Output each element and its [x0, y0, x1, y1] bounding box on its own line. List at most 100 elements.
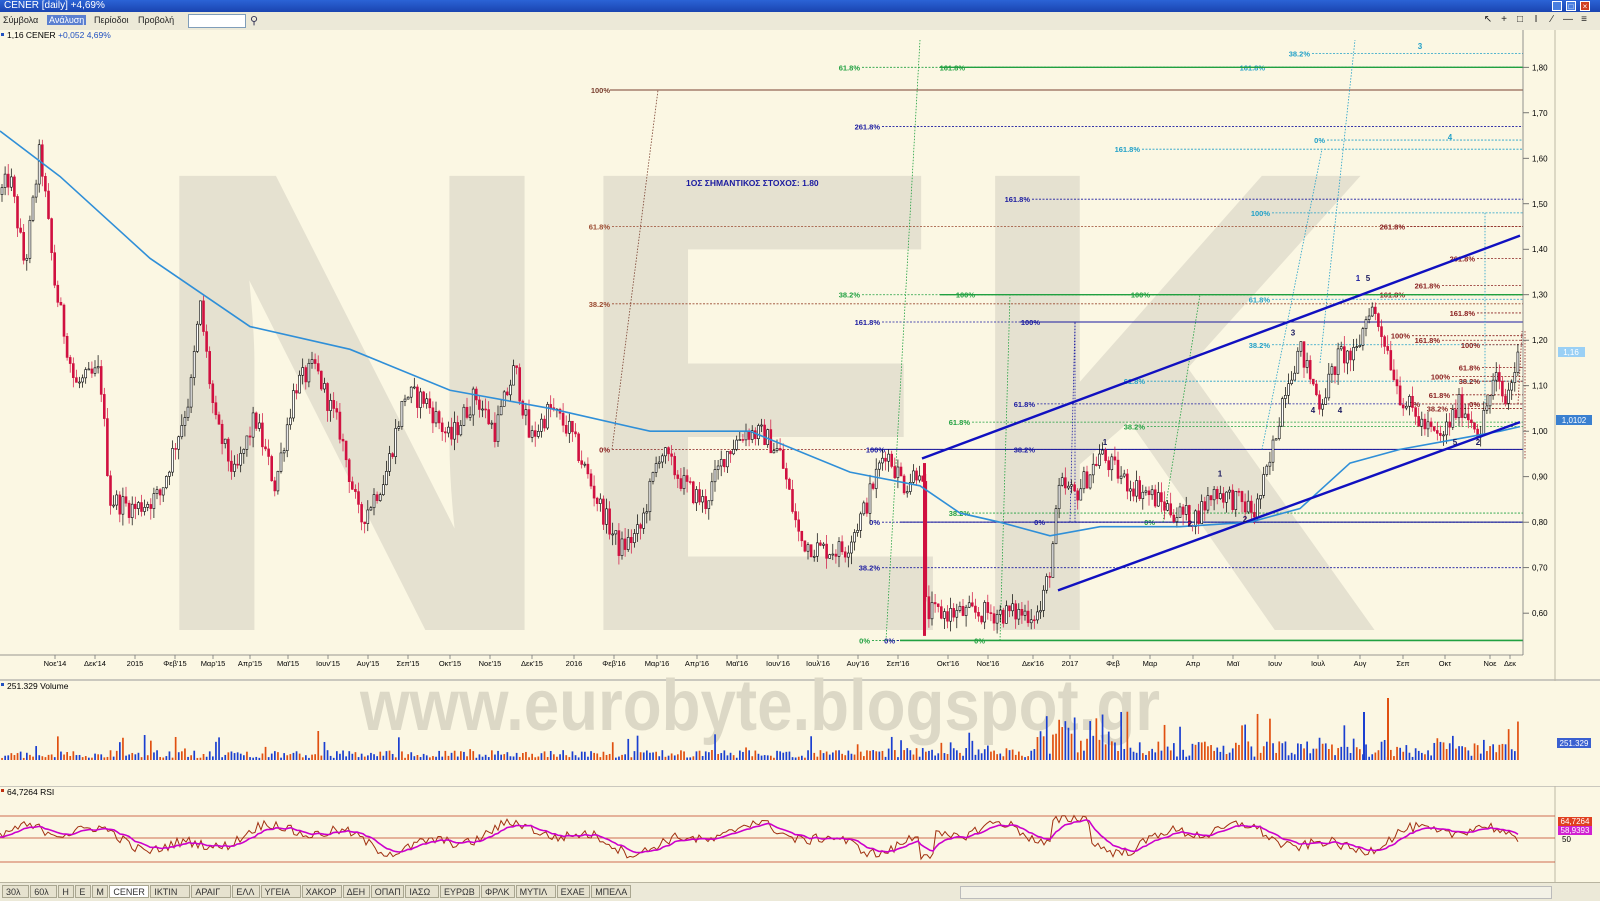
menu-periods[interactable]: Περίοδοι: [94, 15, 129, 25]
tab-8[interactable]: ΕΛΛ: [232, 885, 260, 898]
volume-bar: [122, 737, 124, 760]
volume-bar: [531, 753, 533, 760]
volume-bar: [1188, 755, 1191, 760]
text-tool-icon[interactable]: I: [1530, 14, 1542, 26]
candle-body: [1364, 319, 1368, 329]
candle-body: [350, 481, 354, 490]
candle-body: [233, 463, 236, 472]
tab-2[interactable]: H: [58, 885, 75, 898]
horizontal-line-tool-icon[interactable]: —: [1562, 14, 1574, 26]
candle-body: [946, 611, 949, 622]
tab-13[interactable]: ΙΑΣΩ: [405, 885, 439, 898]
candle-body: [1259, 495, 1262, 500]
close-button[interactable]: ×: [1580, 1, 1590, 11]
chart-area[interactable]: NEK 100%61.8%38.2%0%61.8%161.8%261.8%161…: [0, 30, 1600, 882]
volume-bar: [367, 755, 369, 760]
tab-15[interactable]: ΦΡΛΚ: [481, 885, 515, 898]
volume-bar: [708, 752, 710, 760]
candle-body: [583, 463, 587, 466]
cursor-tool-icon[interactable]: ↖: [1482, 14, 1494, 26]
tab-12[interactable]: ΟΠΑΠ: [370, 885, 405, 898]
volume-bar: [199, 757, 202, 760]
candle-body: [611, 533, 615, 536]
line-tool-icon[interactable]: ∕: [1546, 14, 1558, 26]
tab-1[interactable]: 60λ: [30, 885, 58, 898]
search-icon[interactable]: ⚲: [250, 14, 258, 27]
candle-body: [1274, 438, 1278, 441]
volume-bar: [280, 757, 282, 760]
volume-bar: [906, 748, 909, 760]
volume-bar: [1479, 753, 1482, 760]
menu-view[interactable]: Προβολή: [138, 15, 174, 25]
candle-body: [1101, 449, 1104, 455]
candle-body: [319, 370, 323, 390]
volume-bar: [574, 755, 577, 760]
tab-17[interactable]: ΕΧΑΕ: [556, 885, 591, 898]
candle-body: [626, 537, 630, 550]
tab-14[interactable]: ΕΥΡΩΒ: [440, 885, 480, 898]
tab-11[interactable]: ΔΕΗ: [342, 885, 370, 898]
candle-body: [505, 391, 509, 396]
maximize-button[interactable]: □: [1566, 1, 1576, 11]
volume-bar: [1024, 757, 1026, 760]
candle-body: [137, 502, 140, 509]
volume-bar: [642, 752, 645, 760]
volume-bar: [1331, 744, 1333, 760]
x-tick-label: Ιουν'15: [316, 659, 340, 668]
tab-9[interactable]: ΥΓΕΙΑ: [260, 885, 301, 898]
candle-body: [227, 438, 230, 462]
candle-body: [899, 466, 903, 477]
volume-bar: [1129, 747, 1132, 760]
tab-7[interactable]: ΑΡΑΙΓ: [191, 885, 232, 898]
volume-bar: [1439, 741, 1442, 760]
candle-body: [344, 440, 348, 461]
tab-16[interactable]: ΜΥΤΙΛ: [515, 885, 556, 898]
rectangle-tool-icon[interactable]: □: [1514, 14, 1526, 26]
volume-bar: [701, 756, 704, 760]
tab-3[interactable]: E: [75, 885, 92, 898]
candle-body: [301, 367, 305, 376]
candle-body: [815, 542, 819, 557]
candle-body: [205, 331, 208, 352]
tab-10[interactable]: ΧΑΚΟΡ: [301, 885, 342, 898]
tab-18[interactable]: ΜΠΕΛΑ: [591, 885, 632, 898]
menu-symbols[interactable]: Σύμβολα: [3, 15, 38, 25]
y-tick-label: 1,30: [1532, 291, 1548, 300]
tab-4[interactable]: M: [92, 885, 109, 898]
candle-body: [1073, 484, 1076, 492]
volume-bar: [903, 750, 905, 760]
volume-bar: [1089, 721, 1091, 760]
volume-bar: [748, 750, 750, 760]
candle-body: [1287, 383, 1290, 396]
fib-label: 100%: [1461, 341, 1481, 350]
volume-bar: [1262, 746, 1265, 760]
crosshair-tool-icon[interactable]: +: [1498, 14, 1510, 26]
candle-body: [837, 541, 841, 557]
candle-body: [326, 383, 329, 411]
tab-6[interactable]: ΙΚΤΙΝ: [150, 885, 191, 898]
symbol-input[interactable]: [188, 14, 246, 28]
volume-bar: [1324, 743, 1327, 760]
volume-bar: [677, 754, 679, 760]
volume-bar: [828, 754, 831, 760]
volume-bar: [81, 757, 84, 760]
y-tick-label: 1,60: [1532, 154, 1548, 163]
candle-body: [149, 504, 153, 509]
tab-5[interactable]: CENER: [109, 885, 150, 898]
volume-bar: [494, 754, 496, 760]
tab-0[interactable]: 30λ: [2, 885, 30, 898]
candle-body: [1491, 379, 1495, 397]
minimize-button[interactable]: _: [1552, 1, 1562, 11]
horizontal-scrollbar[interactable]: [960, 886, 1552, 899]
candle-body: [1113, 456, 1117, 461]
candle-body: [1516, 351, 1520, 373]
fib-tool-icon[interactable]: ≡: [1578, 14, 1590, 26]
candle-body: [595, 497, 599, 504]
menu-analysis[interactable]: Ανάλυση: [47, 15, 87, 25]
candle-body: [199, 300, 202, 325]
candle-body: [1091, 463, 1095, 476]
volume-bar: [13, 755, 16, 760]
volume-bar: [1405, 745, 1408, 760]
candle-body: [769, 429, 773, 454]
fib-label: 0%: [884, 636, 895, 645]
